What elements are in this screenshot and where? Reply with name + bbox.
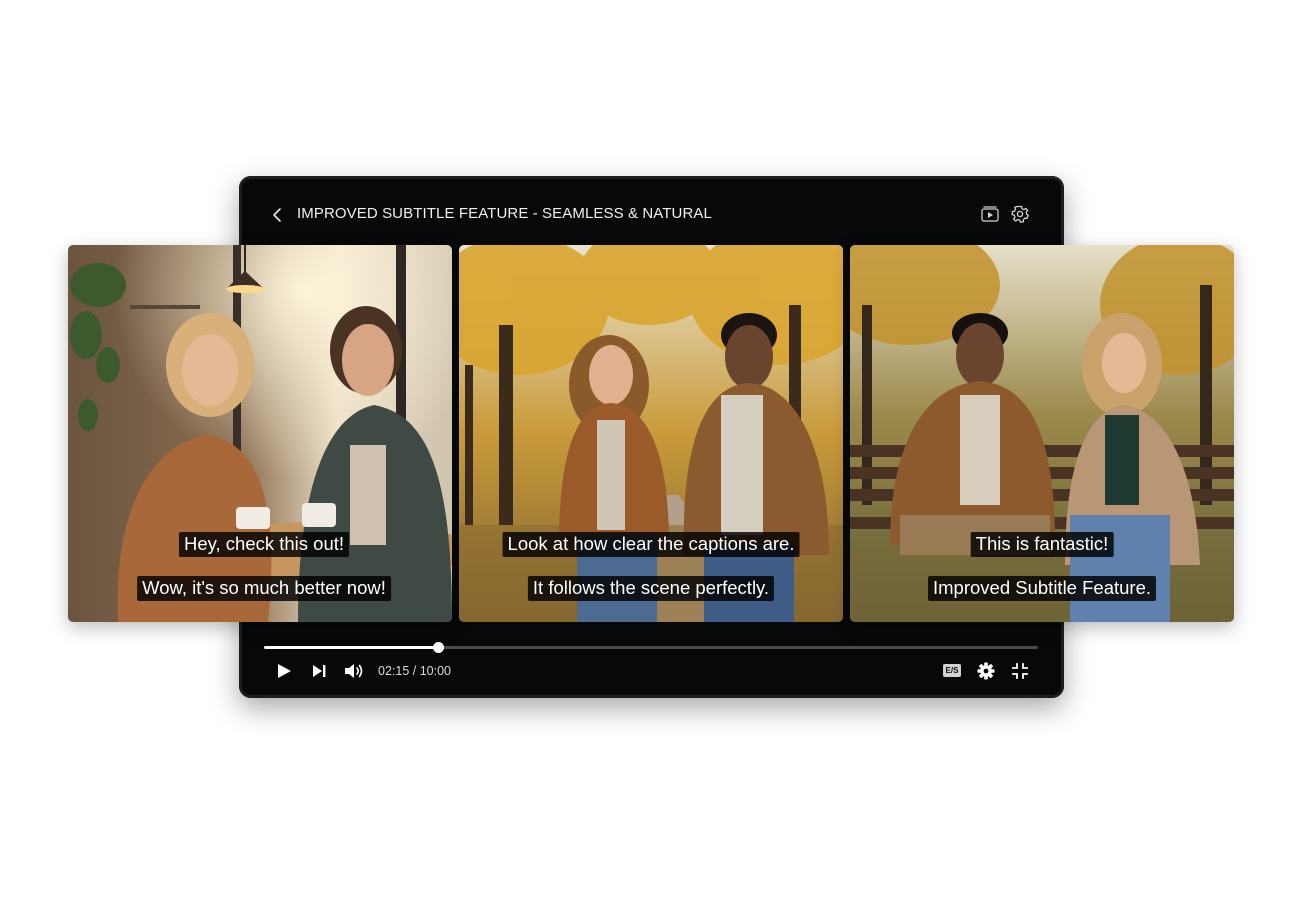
settings-gear-icon (977, 662, 995, 680)
subtitles-icon: E/S (945, 666, 959, 675)
subtitle-line: Hey, check this out! (178, 532, 350, 557)
progress-bar[interactable] (264, 642, 1038, 653)
scene-panel-park-bench: This is fantastic! Improved Subtitle Fea… (850, 245, 1234, 622)
play-icon (278, 664, 291, 678)
subtitle-line: Wow, it's so much better now! (137, 576, 391, 601)
scene-panel-cafe: Hey, check this out! Wow, it's so much b… (68, 245, 452, 622)
video-title: IMPROVED SUBTITLE FEATURE - SEAMLESS & N… (297, 205, 712, 222)
subtitle-line: Improved Subtitle Feature. (928, 576, 1156, 601)
park-bench-scene-image (850, 245, 1234, 622)
playlist-button[interactable] (979, 203, 1001, 225)
subtitle-line: It follows the scene perfectly. (527, 576, 775, 601)
exit-fullscreen-button[interactable] (1010, 661, 1030, 681)
settings-button[interactable] (976, 661, 996, 681)
settings-top-button[interactable] (1009, 203, 1031, 225)
playlist-icon (981, 206, 999, 222)
volume-button[interactable] (343, 661, 365, 681)
volume-icon (345, 664, 363, 678)
skip-next-icon (313, 665, 326, 677)
back-icon (273, 208, 281, 222)
time-display: 02:15 / 10:00 (378, 664, 451, 678)
back-button[interactable] (270, 203, 284, 227)
subtitle-line: This is fantastic! (970, 532, 1114, 557)
play-button[interactable] (274, 661, 294, 681)
exit-fullscreen-icon (1012, 663, 1028, 679)
subtitle-line: Look at how clear the captions are. (502, 532, 800, 557)
scene-panel-park-walk: Look at how clear the captions are. It f… (459, 245, 843, 622)
subtitles-button[interactable]: E/S (943, 664, 961, 677)
skip-next-button[interactable] (309, 661, 329, 681)
park-walk-scene-image (459, 245, 843, 622)
progress-fill (264, 646, 439, 649)
settings-gear-outline-icon (1011, 205, 1029, 223)
cafe-scene-image (68, 245, 452, 622)
